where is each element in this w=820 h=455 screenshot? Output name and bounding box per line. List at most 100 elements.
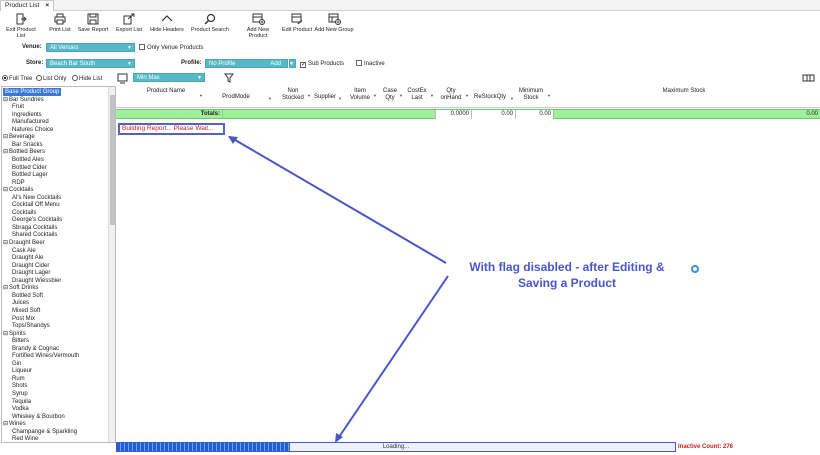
toolbar: Exit Product List Print List Save Report… <box>0 11 820 41</box>
tree-scrollbar[interactable] <box>108 87 115 442</box>
chevron-down-icon[interactable]: ▼ <box>430 92 434 99</box>
tree-item-label: Syrup <box>12 391 28 397</box>
filter-icon[interactable] <box>224 73 234 83</box>
scrollbar-thumb[interactable] <box>110 95 115 225</box>
list-only-radio[interactable]: List Only <box>36 75 66 83</box>
col-qty-onhand[interactable]: Qty onHand ▼ <box>438 88 469 102</box>
col-minimum-stock[interactable]: Minimum Stock ▼ <box>516 88 551 102</box>
profile-dropdown[interactable]: ▼ <box>289 59 296 68</box>
collapse-icon[interactable]: ⊟ <box>3 187 8 193</box>
tree-item[interactable]: Fortified Wines/Vermouth <box>12 352 79 360</box>
checkbox-box[interactable]: ✓ <box>300 62 306 68</box>
sub-products-checkbox[interactable]: ✓ Sub Products <box>300 60 344 68</box>
tree-item-label: Shared Cocktails <box>12 232 58 239</box>
chevron-down-icon[interactable]: ▼ <box>197 74 202 83</box>
tree-item-label: RDP <box>12 179 25 186</box>
radio-dot[interactable] <box>36 75 42 81</box>
checkbox-box[interactable] <box>356 60 362 66</box>
tree-item-label: Draught Beer <box>9 240 45 246</box>
add-new-group-button[interactable]: Add New Group <box>314 13 354 40</box>
columns-icon[interactable] <box>802 73 815 83</box>
chevron-down-icon[interactable]: ▼ <box>307 92 311 99</box>
store-select[interactable]: Beach Bar South ▼ <box>46 59 135 68</box>
totals-maximum: 0.00 <box>553 110 820 119</box>
checkbox-box[interactable] <box>139 44 145 50</box>
add-new-product-button[interactable]: Add New Product <box>237 13 279 40</box>
tab-product-list[interactable]: Product List × <box>0 0 55 11</box>
tree-item-label: George's Cocktails <box>12 217 63 224</box>
tree-item-label: Bar Sundries <box>9 96 44 103</box>
edit-icon <box>291 13 303 25</box>
product-group-tree[interactable]: Base Product Group ⊟Bar Sundries Fruit Ingr… <box>1 86 116 443</box>
chevron-down-icon[interactable]: ▼ <box>127 60 132 69</box>
export-list-button[interactable]: Export List <box>115 13 143 40</box>
radio-dot[interactable] <box>72 75 78 81</box>
search-icon <box>204 13 216 25</box>
chevron-down-icon[interactable]: ▼ <box>199 92 203 99</box>
hide-list-radio[interactable]: Hide List <box>72 75 102 83</box>
save-report-button[interactable]: Save Report <box>77 13 109 40</box>
print-list-button[interactable]: Print List <box>47 13 73 40</box>
full-tree-radio[interactable]: Full Tree <box>2 75 32 83</box>
profile-value: No Profile <box>209 61 236 67</box>
inactive-checkbox[interactable]: Inactive <box>356 60 385 68</box>
profile-select[interactable]: No Profile Add <box>205 59 288 68</box>
chevron-down-icon[interactable]: ▼ <box>268 95 272 102</box>
tree-item-label: Shots <box>12 383 28 390</box>
tree-item-label: Soft Drinks <box>9 285 39 292</box>
add-group-icon <box>328 13 341 25</box>
monitor-icon[interactable] <box>117 73 128 84</box>
toolbar-label: Hide Headers <box>150 27 184 33</box>
store-label: Store: <box>26 60 44 66</box>
col-supplier[interactable]: Supplier ▼ <box>313 94 342 101</box>
collapse-icon[interactable]: ⊟ <box>3 240 8 246</box>
col-maximum-stock[interactable]: Maximum Stock <box>658 88 710 95</box>
tree-item-label: Liqueur <box>12 368 33 375</box>
profile-add-button[interactable]: Add <box>270 60 281 69</box>
chevron-down-icon[interactable]: ▼ <box>289 60 294 69</box>
col-prodmode[interactable]: ProdMode ▼ <box>218 94 272 101</box>
chevron-down-icon[interactable]: ▼ <box>127 44 132 53</box>
col-label: Maximum Stock <box>662 88 706 94</box>
col-label: ProdMode <box>222 94 250 100</box>
venue-select[interactable]: All Venues ▼ <box>46 43 135 52</box>
chevron-down-icon[interactable]: ▼ <box>465 92 469 99</box>
col-item-volume[interactable]: Item Volume ▼ <box>348 88 377 102</box>
collapse-icon[interactable]: ⊟ <box>3 331 8 337</box>
tree-item-label: Bottled Soft <box>12 292 44 299</box>
col-label: Case Qty <box>382 88 397 101</box>
toolbar-label: Edit Product <box>282 27 312 33</box>
collapse-icon[interactable]: ⊟ <box>3 285 8 291</box>
only-venue-products-checkbox[interactable]: Only Venue Products <box>139 44 203 52</box>
col-label: Qty onHand <box>440 88 462 101</box>
collapse-icon[interactable]: ⊟ <box>3 97 8 103</box>
radio-dot[interactable] <box>2 75 8 81</box>
col-costex-last[interactable]: CostEx Last ▼ <box>405 88 434 102</box>
chevron-down-icon[interactable]: ▼ <box>399 92 403 99</box>
collapse-icon[interactable]: ⊟ <box>3 149 8 155</box>
minmax-select[interactable]: Min Max ▼ <box>133 73 205 82</box>
exit-product-list-button[interactable]: Exit Product List <box>2 13 40 40</box>
collapse-icon[interactable]: ⊟ <box>3 421 8 427</box>
close-icon[interactable]: × <box>45 2 49 9</box>
grid-header: Product Name ▼ ProdMode ▼ Non Stocked ▼ Sup… <box>116 86 820 108</box>
col-restockqty[interactable]: ReStockQty ▼ <box>471 94 514 101</box>
hide-headers-button[interactable]: Hide Headers <box>149 13 185 40</box>
tree-item-label: Mixed Soft <box>12 307 41 314</box>
tree-item-label: Post Mix <box>12 315 36 322</box>
tab-strip: Product List × <box>0 0 820 11</box>
annotation-line-1: With flag disabled - after Editing & <box>469 260 665 274</box>
chevron-down-icon[interactable]: ▼ <box>510 95 514 102</box>
collapse-icon[interactable]: ⊟ <box>3 134 8 140</box>
chevron-down-icon[interactable]: ▼ <box>373 92 377 99</box>
chevron-down-icon[interactable]: ▼ <box>547 92 551 99</box>
col-case-qty[interactable]: Case Qty ▼ <box>382 88 403 102</box>
col-product-name[interactable]: Product Name ▼ <box>141 88 203 98</box>
product-search-button[interactable]: Product Search <box>191 13 229 40</box>
edit-product-button[interactable]: Edit Product <box>281 13 313 40</box>
chevron-down-icon[interactable]: ▼ <box>338 95 342 102</box>
col-label: Supplier <box>313 94 336 100</box>
tree-item-label: Cask Ale <box>12 247 36 254</box>
tree-item[interactable]: Red Wine <box>12 435 38 442</box>
col-non-stocked[interactable]: Non Stocked ▼ <box>280 88 311 102</box>
